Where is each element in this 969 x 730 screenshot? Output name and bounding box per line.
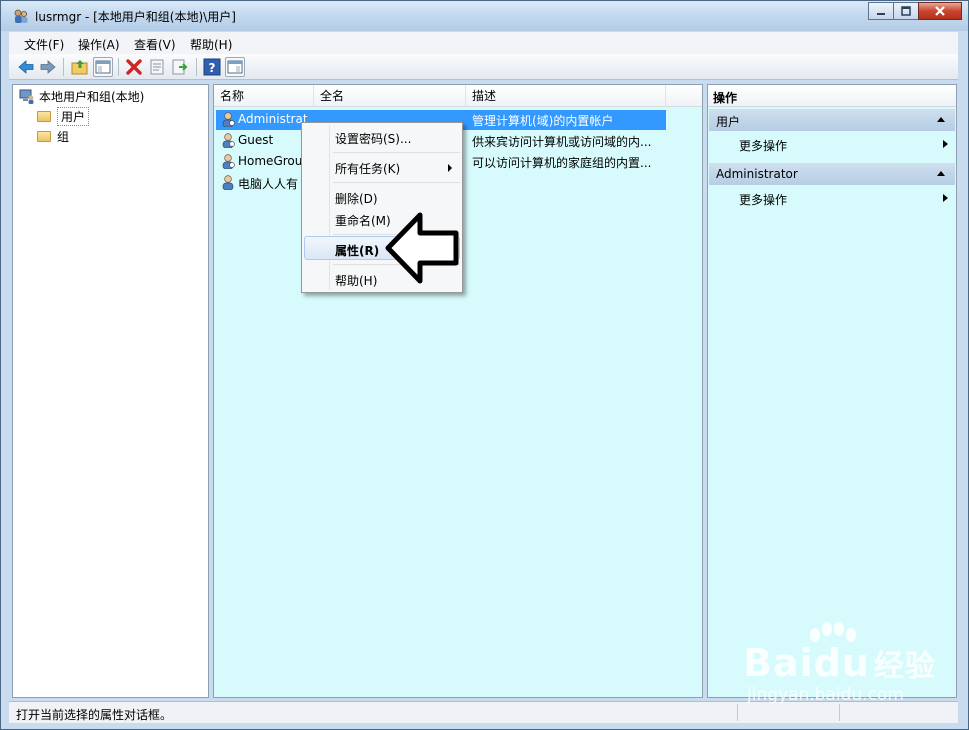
actions-section-administrator[interactable]: Administrator [709, 163, 955, 185]
more-actions-users[interactable]: 更多操作 [739, 137, 787, 154]
tree-item-groups[interactable]: 组 [37, 127, 69, 145]
actions-section-users[interactable]: 用户 [709, 109, 955, 131]
ctx-delete[interactable]: 删除(D) [335, 190, 378, 207]
row-description: 供来宾访问计算机或访问域的内... [472, 135, 652, 149]
collapse-up-icon[interactable] [937, 171, 945, 176]
column-name[interactable]: 名称 [214, 85, 314, 107]
ctx-help[interactable]: 帮助(H) [335, 272, 377, 289]
menu-bar: 文件(F) 操作(A) 查看(V) 帮助(H) [9, 32, 958, 54]
ctx-set-password[interactable]: 设置密码(S)... [335, 130, 411, 147]
row-description: 管理计算机(域)的内置帐户 [472, 114, 614, 128]
show-tree-button[interactable] [93, 57, 113, 77]
watermark-brand-2: du [813, 641, 870, 685]
action-pane-icon [227, 60, 243, 74]
tree-root[interactable]: 本地用户和组(本地) [19, 87, 144, 105]
export-icon[interactable] [171, 58, 189, 76]
ctx-all-tasks[interactable]: 所有任务(K) [335, 160, 400, 177]
action-pane-button[interactable] [225, 57, 245, 77]
title-bar[interactable]: lusrmgr - [本地用户和组(本地)\用户] [1, 1, 968, 31]
svg-text:?: ? [209, 61, 216, 75]
maximize-icon [901, 6, 911, 16]
pointing-arrow-icon [385, 212, 459, 284]
watermark-brand: Bai [743, 641, 814, 685]
watermark-url: jingyan.baidu.com [747, 685, 904, 705]
folder-icon [37, 130, 51, 142]
back-icon[interactable] [17, 58, 35, 76]
user-icon [222, 154, 235, 169]
navigation-tree: 本地用户和组(本地) 用户 组 [12, 84, 209, 698]
folder-icon [37, 110, 51, 122]
column-fullname[interactable]: 全名 [314, 85, 466, 107]
list-header: 名称 全名 描述 [214, 85, 702, 107]
computer-users-icon [19, 89, 34, 104]
submenu-arrow-icon [448, 164, 452, 172]
collapse-up-icon[interactable] [937, 117, 945, 122]
user-icon [222, 133, 235, 148]
forward-icon[interactable] [39, 58, 57, 76]
main-window: lusrmgr - [本地用户和组(本地)\用户] 文件(F) 操作(A) 查看… [0, 0, 969, 730]
user-icon [222, 112, 235, 127]
column-description[interactable]: 描述 [466, 85, 666, 107]
ctx-properties[interactable]: 属性(R) [335, 242, 379, 259]
actions-pane: 操作 用户 更多操作 Administrator 更多操作 [707, 84, 957, 698]
submenu-arrow-icon [943, 194, 948, 202]
baidu-watermark: Baidu 经验 jingyan.baidu.com [741, 621, 941, 711]
show-tree-icon [95, 60, 111, 74]
more-actions-administrator[interactable]: 更多操作 [739, 191, 787, 208]
up-folder-icon[interactable] [71, 58, 89, 76]
minimize-icon [877, 13, 885, 15]
tree-item-users[interactable]: 用户 [37, 106, 90, 126]
ctx-rename[interactable]: 重命名(M) [335, 212, 391, 229]
tree-item-groups-label: 组 [57, 129, 70, 144]
actions-title: 操作 [708, 85, 956, 107]
row-description: 可以访问计算机的家庭组的内置... [472, 156, 652, 170]
row-name: HomeGrou [238, 154, 302, 168]
help-icon[interactable]: ? [203, 58, 221, 76]
delete-icon[interactable] [125, 58, 143, 76]
watermark-cn: 经验 [873, 649, 936, 684]
section-header-label: 用户 [716, 115, 741, 129]
toolbar: ? [9, 54, 958, 80]
row-name: Guest [238, 133, 274, 147]
tree-root-label: 本地用户和组(本地) [39, 89, 145, 104]
minimize-button[interactable] [868, 2, 894, 20]
row-name: 电脑人人有 [238, 177, 299, 191]
close-icon [935, 6, 945, 16]
row-name: Administrat [238, 112, 308, 126]
users-app-icon [14, 9, 28, 23]
submenu-arrow-icon [943, 140, 948, 148]
close-button[interactable] [918, 2, 962, 20]
user-icon [222, 175, 234, 190]
maximize-button[interactable] [893, 2, 919, 20]
menu-help[interactable]: 帮助(H) [190, 36, 232, 53]
window-title: lusrmgr - [本地用户和组(本地)\用户] [35, 10, 236, 24]
menu-view[interactable]: 查看(V) [134, 36, 176, 53]
status-text: 打开当前选择的属性对话框。 [16, 708, 173, 722]
properties-icon[interactable] [148, 58, 166, 76]
menu-action[interactable]: 操作(A) [78, 36, 120, 53]
tree-item-users-label: 用户 [57, 106, 90, 126]
menu-file[interactable]: 文件(F) [24, 36, 64, 53]
section-header-label: Administrator [716, 167, 798, 181]
